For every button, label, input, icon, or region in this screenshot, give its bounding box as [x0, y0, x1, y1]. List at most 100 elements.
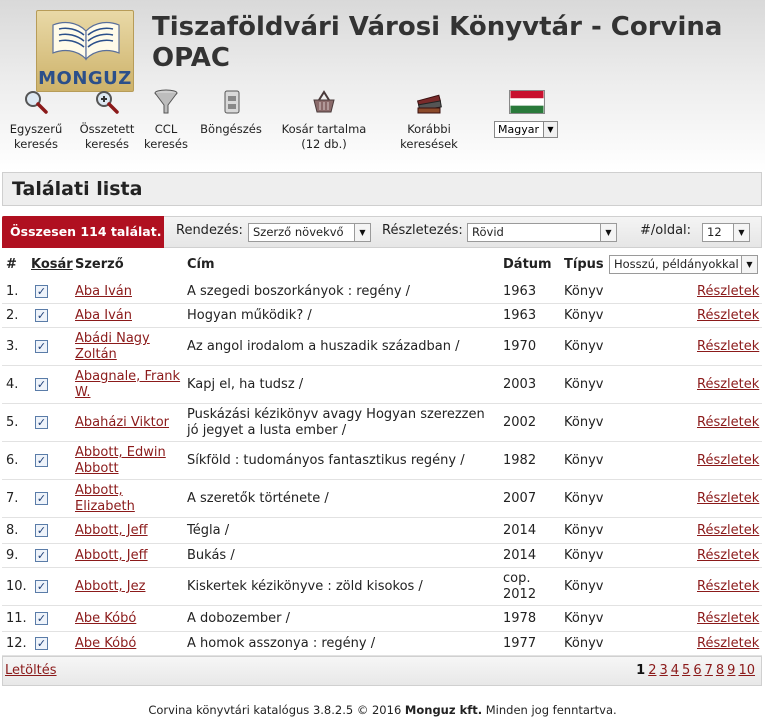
author-link[interactable]: Abbott, Jeff [75, 523, 183, 539]
hungarian-flag-icon[interactable] [509, 90, 545, 114]
header: MONGUZ Tiszaföldvári Városi Könyvtár - C… [0, 0, 765, 172]
download-link[interactable]: Letöltés [5, 663, 57, 678]
type-text: Könyv [564, 579, 604, 594]
page-7-link[interactable]: 7 [705, 663, 713, 678]
display-format-value: Hosszú, példányokkal [614, 257, 739, 271]
language-select[interactable]: Magyar ▼ [494, 121, 558, 138]
details-link[interactable]: Részletek [697, 548, 761, 564]
basket-checkbox[interactable]: ✓ [35, 309, 48, 322]
details-link[interactable]: Részletek [697, 284, 761, 300]
detail-select[interactable]: Rövid ▼ [467, 223, 617, 242]
results-heading: Találati lista [2, 172, 762, 206]
chevron-down-icon: ▼ [733, 224, 749, 241]
basket-checkbox[interactable]: ✓ [35, 580, 48, 593]
title-text: Hogyan működik? / [187, 308, 312, 323]
basket-checkbox[interactable]: ✓ [35, 454, 48, 467]
nav-label: Korábbi keresések [400, 122, 458, 151]
logo-text: MONGUZ [38, 68, 132, 89]
magnifier-plus-icon [96, 91, 119, 114]
copyright-suffix: Minden jog fenntartva. [482, 703, 617, 717]
title-text: A homok asszonya : regény / [187, 636, 376, 651]
row-number: 8. [6, 523, 19, 538]
date-text: 1977 [503, 636, 537, 651]
basket-checkbox[interactable]: ✓ [35, 637, 48, 650]
row-number: 7. [6, 491, 19, 506]
date-text: cop. 2012 [503, 571, 537, 602]
type-text: Könyv [564, 339, 604, 354]
per-page-select[interactable]: 12 ▼ [702, 223, 750, 242]
basket-checkbox[interactable]: ✓ [35, 378, 48, 391]
type-text: Könyv [564, 284, 604, 299]
details-link[interactable]: Részletek [697, 453, 761, 469]
basket-checkbox[interactable]: ✓ [35, 549, 48, 562]
title-text: Kapj el, ha tudsz / [187, 377, 304, 392]
basket-checkbox[interactable]: ✓ [35, 340, 48, 353]
author-link[interactable]: Abádi Nagy Zoltán [75, 331, 183, 363]
type-text: Könyv [564, 377, 604, 392]
nav-ccl-search[interactable]: CCL keresés [142, 88, 190, 152]
details-link[interactable]: Részletek [697, 377, 761, 393]
details-link[interactable]: Részletek [697, 491, 761, 507]
nav-label: Összetett keresés [79, 122, 135, 151]
copyright-brand: Monguz kft. [404, 703, 483, 717]
display-format-select[interactable]: Hosszú, példányokkal ▼ [609, 255, 758, 274]
nav-simple-search[interactable]: Egyszerű keresés [6, 88, 66, 152]
basket-checkbox[interactable]: ✓ [35, 492, 48, 505]
author-link[interactable]: Aba Iván [75, 308, 183, 324]
details-link[interactable]: Részletek [697, 339, 761, 355]
author-link[interactable]: Abbott, Elizabeth [75, 483, 183, 515]
title-text: Bukás / [187, 548, 235, 563]
date-text: 2007 [503, 491, 537, 506]
page-4-link[interactable]: 4 [671, 663, 679, 678]
author-link[interactable]: Abaházi Viktor [75, 415, 183, 431]
row-number: 12. [6, 636, 27, 651]
monguz-logo[interactable]: MONGUZ [36, 10, 134, 92]
details-link[interactable]: Részletek [697, 415, 761, 431]
row-number: 4. [6, 377, 19, 392]
details-link[interactable]: Részletek [697, 636, 761, 652]
page-8-link[interactable]: 8 [716, 663, 724, 678]
title-text: Kiskertek kézikönyve : zöld kisokos / [187, 579, 423, 594]
basket-checkbox[interactable]: ✓ [35, 612, 48, 625]
per-page-value: 12 [707, 225, 722, 239]
type-text: Könyv [564, 611, 604, 626]
page-2-link[interactable]: 2 [648, 663, 656, 678]
author-link[interactable]: Abbott, Edwin Abbott [75, 445, 183, 477]
date-text: 2003 [503, 377, 537, 392]
date-text: 2014 [503, 548, 537, 563]
date-text: 1963 [503, 284, 537, 299]
sort-select[interactable]: Szerző növekvő ▼ [248, 223, 371, 242]
nav-basket[interactable]: Kosár tartalma (12 db.) [278, 88, 370, 152]
basket-checkbox[interactable]: ✓ [35, 524, 48, 537]
sort-label: Rendezés: [176, 223, 243, 238]
page-title: Tiszaföldvári Városi Könyvtár - Corvina … [152, 12, 723, 73]
page-9-link[interactable]: 9 [727, 663, 735, 678]
basket-checkbox[interactable]: ✓ [35, 416, 48, 429]
details-link[interactable]: Részletek [697, 611, 761, 627]
pagination: 1 2 3 4 5 6 7 8 9 10 [633, 663, 755, 678]
title-text: Síkföld : tudományos fantasztikus regény… [187, 453, 465, 468]
nav-advanced-search[interactable]: Összetett keresés [76, 88, 138, 152]
title-text: A szeretők története / [187, 491, 329, 506]
basket-icon [313, 90, 335, 113]
page-5-link[interactable]: 5 [682, 663, 690, 678]
page-6-link[interactable]: 6 [693, 663, 701, 678]
author-link[interactable]: Abe Kóbó [75, 611, 183, 627]
author-link[interactable]: Abbott, Jez [75, 579, 183, 595]
col-type: Típus [564, 257, 604, 272]
author-link[interactable]: Abe Kóbó [75, 636, 183, 652]
details-link[interactable]: Részletek [697, 523, 761, 539]
col-basket[interactable]: Kosár [31, 257, 73, 272]
date-text: 1963 [503, 308, 537, 323]
author-link[interactable]: Aba Iván [75, 284, 183, 300]
details-link[interactable]: Részletek [697, 579, 761, 595]
basket-checkbox[interactable]: ✓ [35, 285, 48, 298]
author-link[interactable]: Abagnale, Frank W. [75, 369, 183, 401]
page-10-link[interactable]: 10 [738, 663, 755, 678]
title-text: A szegedi boszorkányok : regény / [187, 284, 411, 299]
details-link[interactable]: Részletek [697, 308, 761, 324]
page-3-link[interactable]: 3 [659, 663, 667, 678]
author-link[interactable]: Abbott, Jeff [75, 548, 183, 564]
nav-browse[interactable]: Böngészés [198, 88, 264, 137]
nav-previous-searches[interactable]: Korábbi keresések [394, 88, 464, 152]
